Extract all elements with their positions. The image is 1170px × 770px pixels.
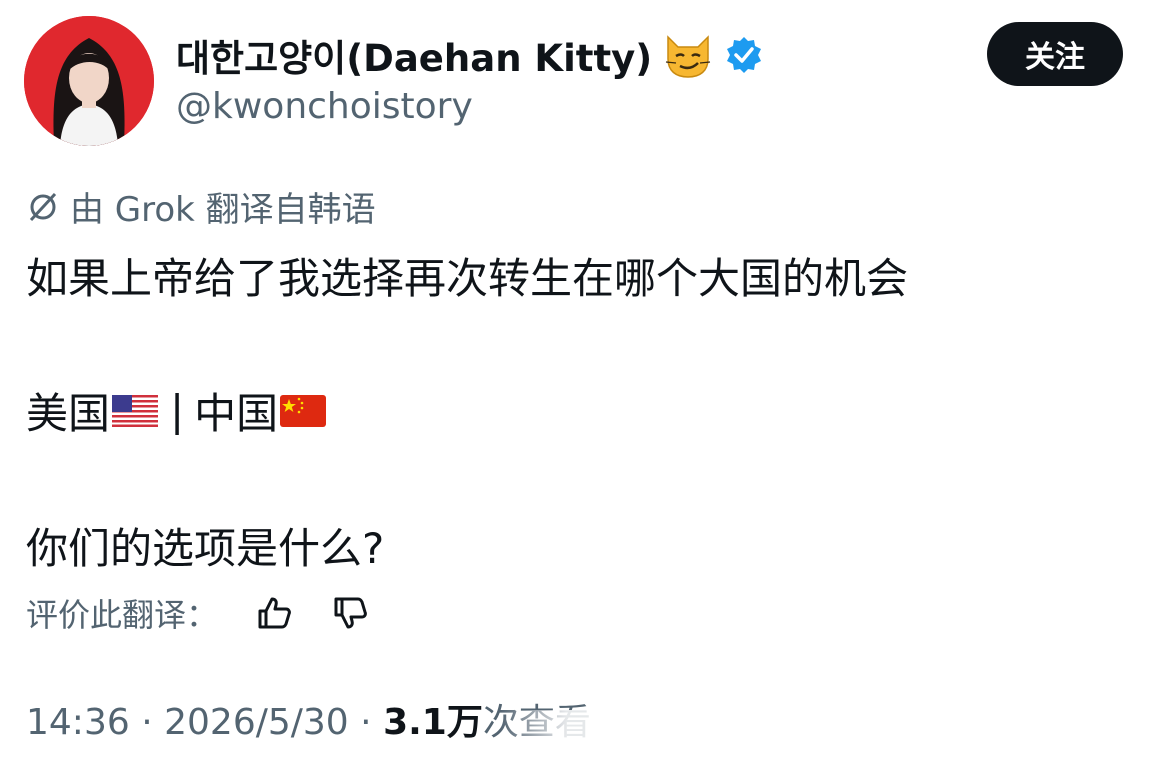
author-handle[interactable]: @kwonchoistory (176, 86, 473, 127)
rate-translation-label: 评价此翻译： (26, 596, 219, 634)
avatar[interactable] (24, 16, 154, 146)
avatar-image (24, 16, 154, 146)
translation-note-text: 由 Grok 翻译自韩语 (70, 190, 376, 230)
follow-button[interactable]: 关注 (987, 22, 1123, 86)
meta-separator: · (360, 702, 372, 743)
option-separator: | (170, 386, 185, 435)
smirking-cat-icon (666, 35, 711, 78)
tweet-date[interactable]: 2026/5/30 (164, 702, 349, 743)
rate-translation-row: 评价此翻译： (26, 590, 370, 636)
watermark-overlay (500, 710, 1160, 770)
china-flag-icon (280, 394, 327, 427)
translation-note: 由 Grok 翻译自韩语 (26, 182, 376, 231)
tweet-time[interactable]: 14:36 (26, 702, 130, 743)
tweet-text-line3: 你们的选项是什么? (26, 524, 385, 573)
verified-badge-icon (727, 37, 762, 73)
display-name[interactable]: 대한고양이(Daehan Kitty) (176, 28, 652, 82)
thumbs-up-icon[interactable] (254, 593, 294, 633)
author-name-row: 대한고양이(Daehan Kitty) (176, 28, 764, 82)
meta-separator: · (141, 702, 153, 743)
tweet-text-line1: 如果上帝给了我选择再次转生在哪个大国的机会 (26, 254, 909, 303)
thumbs-down-icon[interactable] (330, 593, 370, 633)
option-cn-label: 中国 (194, 389, 279, 438)
tweet-options-line: 美国 | 中国 (26, 380, 328, 441)
grok-icon (29, 192, 57, 221)
us-flag-icon (112, 394, 159, 427)
views-count: 3.1万 (383, 702, 483, 743)
option-us-label: 美国 (26, 389, 111, 438)
